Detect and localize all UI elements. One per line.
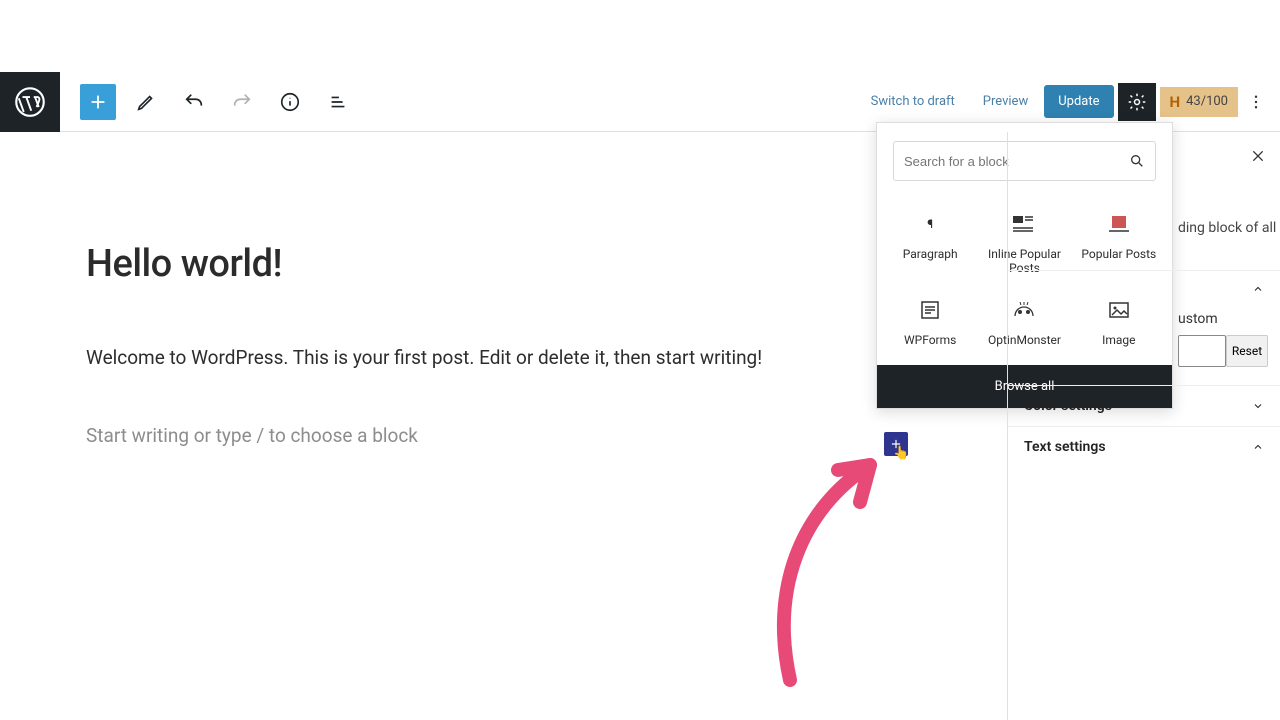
undo-button[interactable] bbox=[176, 84, 212, 120]
more-options-button[interactable] bbox=[1242, 83, 1270, 121]
redo-button bbox=[224, 84, 260, 120]
pilcrow-icon: ¶ bbox=[927, 211, 933, 237]
pencil-icon bbox=[135, 91, 157, 113]
wordpress-logo[interactable] bbox=[0, 72, 60, 132]
gear-icon bbox=[1127, 92, 1147, 112]
update-button[interactable]: Update bbox=[1044, 85, 1113, 118]
panel-label: Text settings bbox=[1024, 439, 1106, 455]
undo-icon bbox=[183, 91, 205, 113]
text-settings-panel[interactable]: Text settings bbox=[1008, 427, 1280, 467]
add-block-button[interactable] bbox=[80, 84, 116, 120]
custom-size-input[interactable] bbox=[1178, 335, 1226, 367]
settings-sidebar: ding block of all ustom Reset Color sett… bbox=[1007, 132, 1280, 720]
typography-panel-toggle[interactable] bbox=[1008, 270, 1280, 295]
seo-h-icon: H bbox=[1170, 93, 1181, 111]
block-label: Paragraph bbox=[903, 247, 958, 261]
sidebar-close-button[interactable] bbox=[1248, 146, 1268, 166]
custom-input-row: Reset bbox=[1008, 327, 1280, 386]
close-icon bbox=[1250, 148, 1266, 164]
wordpress-icon bbox=[15, 87, 45, 117]
cursor-pointer-icon: 👆 bbox=[893, 446, 909, 461]
custom-size-row: ustom bbox=[1008, 295, 1280, 327]
redo-icon bbox=[231, 91, 253, 113]
sidebar-text-snippet: ding block of all bbox=[1178, 220, 1280, 236]
chevron-up-icon bbox=[1252, 283, 1264, 295]
info-icon bbox=[279, 91, 301, 113]
preview-button[interactable]: Preview bbox=[971, 86, 1040, 117]
edit-tool-button[interactable] bbox=[128, 84, 164, 120]
custom-label: ustom bbox=[1178, 311, 1218, 327]
toolbar-right: Switch to draft Preview Update H 43/100 bbox=[859, 83, 1280, 121]
chevron-down-icon bbox=[1252, 400, 1264, 412]
block-label: WPForms bbox=[904, 333, 956, 347]
seo-score-value: 43/100 bbox=[1186, 94, 1228, 109]
form-icon bbox=[921, 297, 939, 323]
plus-icon bbox=[87, 91, 109, 113]
block-paragraph[interactable]: ¶ Paragraph bbox=[883, 201, 977, 287]
kebab-icon bbox=[1247, 93, 1265, 111]
seo-score-badge[interactable]: H 43/100 bbox=[1160, 87, 1239, 117]
switch-to-draft-button[interactable]: Switch to draft bbox=[859, 86, 967, 117]
block-wpforms[interactable]: WPForms bbox=[883, 287, 977, 359]
toolbar-left bbox=[0, 72, 356, 131]
panel-label: Color settings bbox=[1024, 398, 1112, 414]
reset-button[interactable]: Reset bbox=[1226, 335, 1268, 367]
settings-button[interactable] bbox=[1118, 83, 1156, 121]
chevron-up-icon bbox=[1252, 441, 1264, 453]
list-view-button[interactable] bbox=[320, 84, 356, 120]
info-button[interactable] bbox=[272, 84, 308, 120]
outline-icon bbox=[327, 91, 349, 113]
color-settings-panel[interactable]: Color settings bbox=[1008, 386, 1280, 427]
